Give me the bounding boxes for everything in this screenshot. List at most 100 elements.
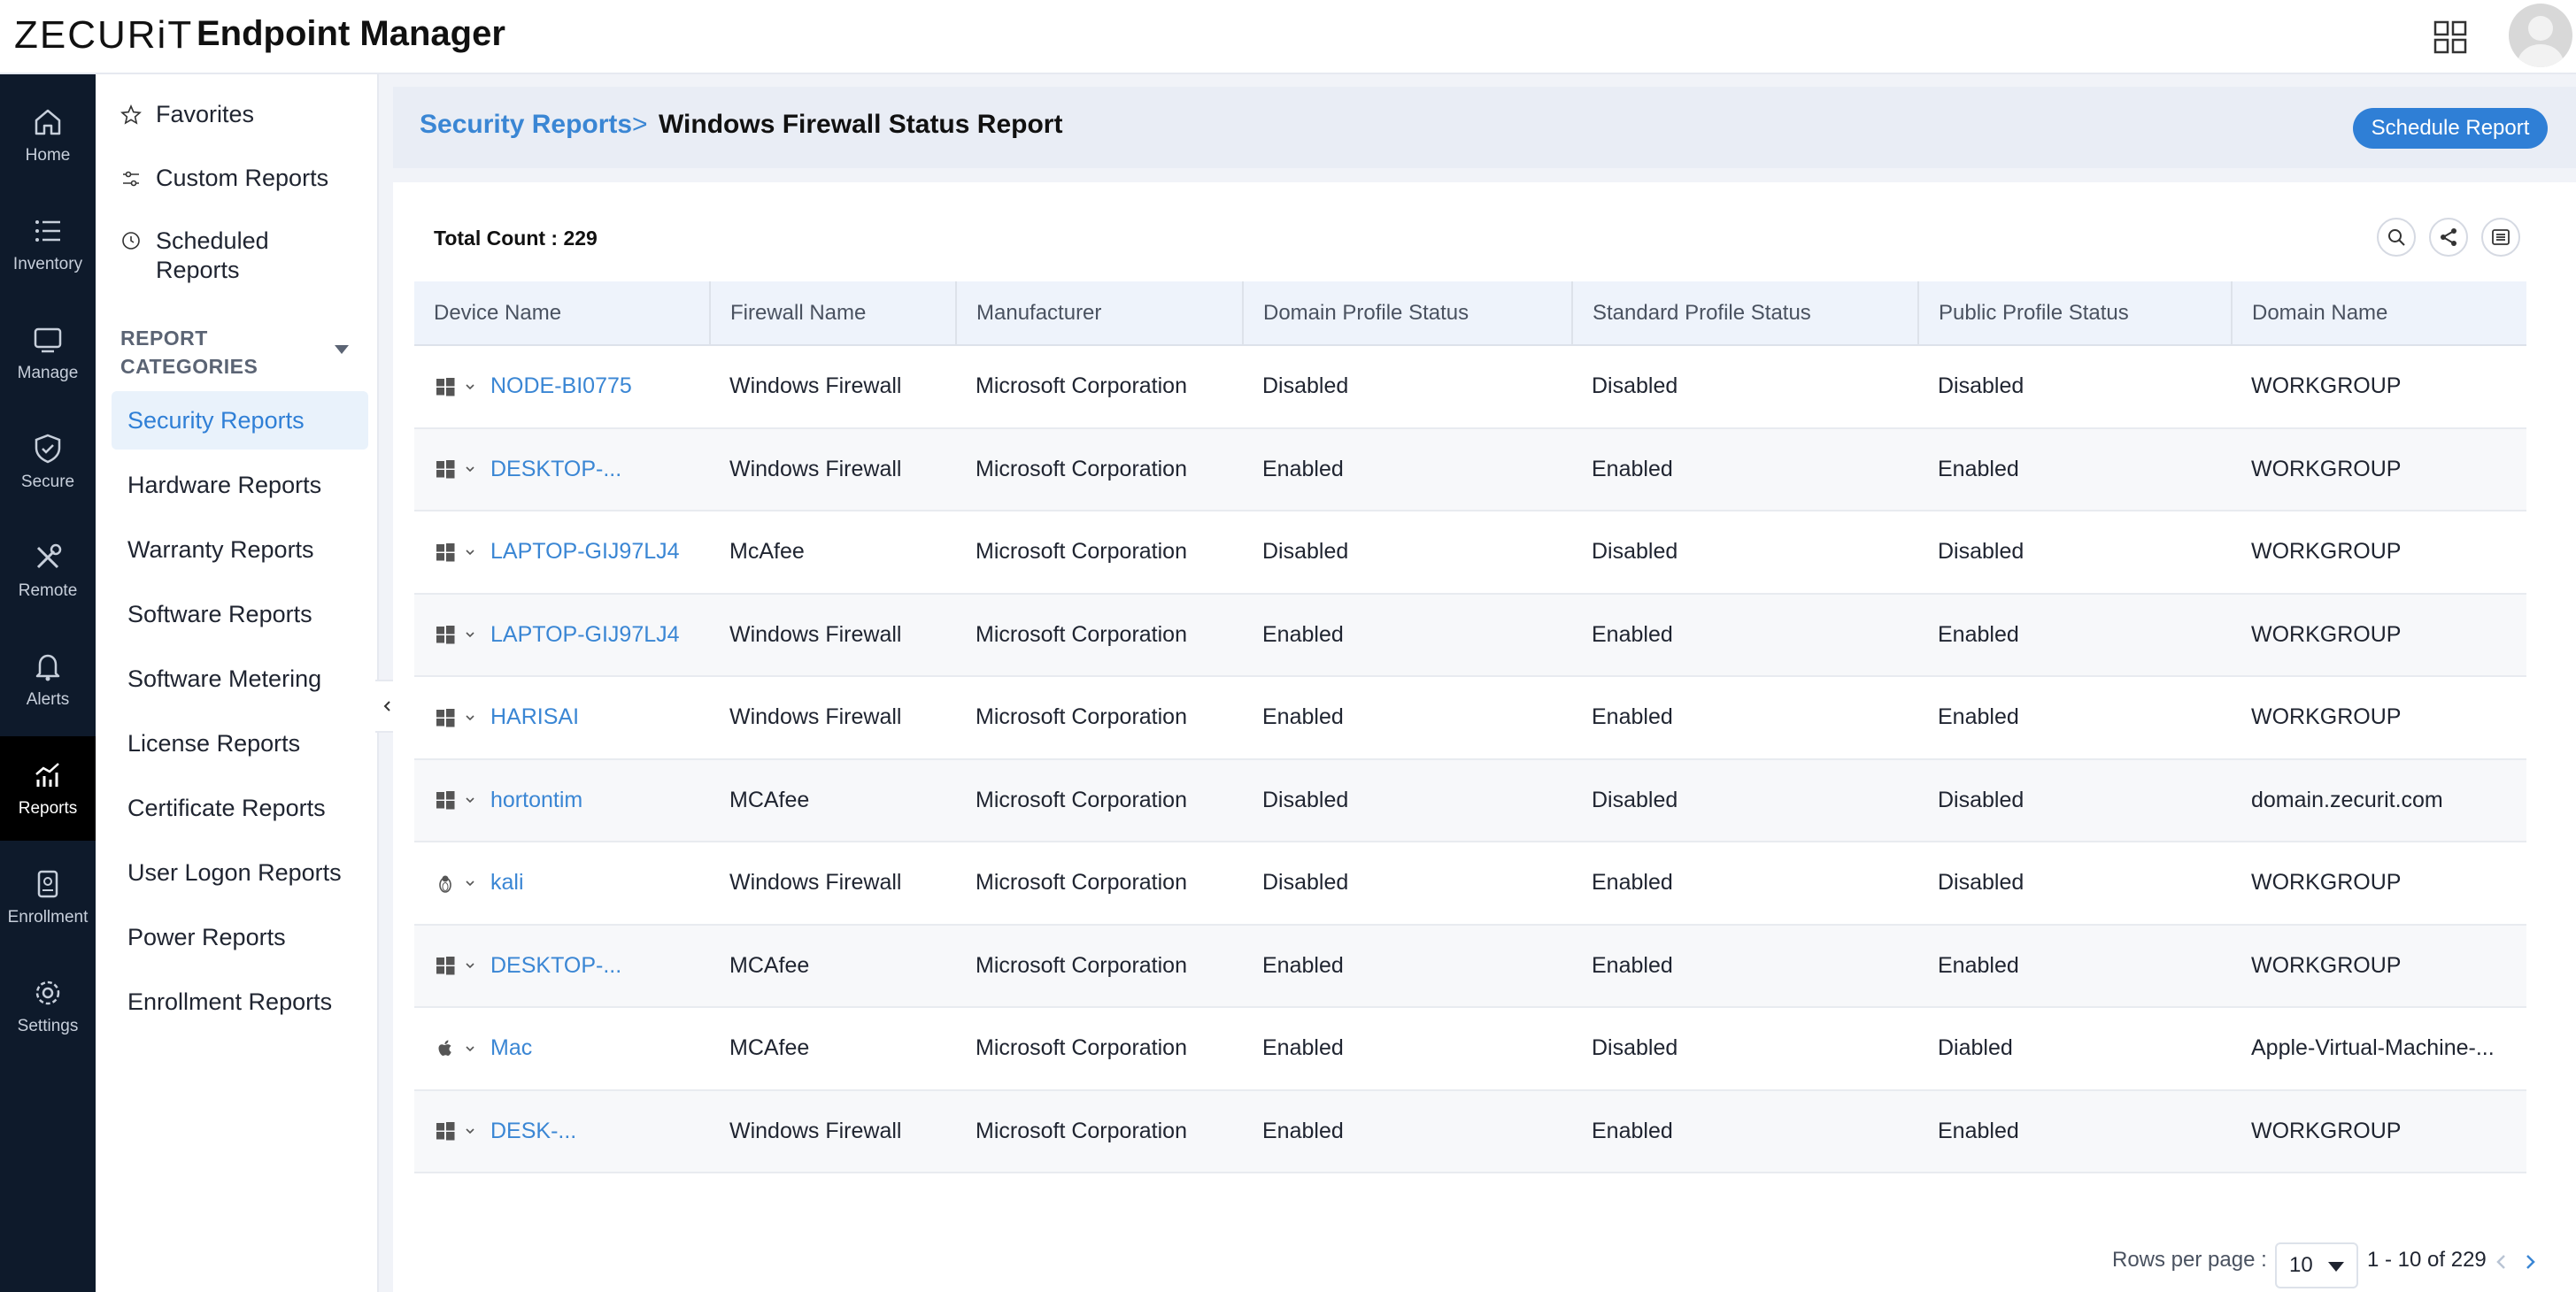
nav-alerts[interactable]: Alerts — [0, 627, 96, 732]
table-row[interactable]: hortontim MCAfee Microsoft Corporation Disa… — [414, 758, 2526, 842]
category-certificate-reports[interactable]: Certificate Reports — [112, 779, 368, 837]
sidebar-custom-reports[interactable]: Custom Reports — [120, 165, 328, 192]
category-enrollment-reports[interactable]: Enrollment Reports — [112, 973, 368, 1031]
column-header-standard-profile-status[interactable]: Standard Profile Status — [1572, 281, 1919, 346]
device-link[interactable]: kali — [490, 870, 524, 896]
table-row[interactable]: DESK-... Windows Firewall Microsoft Corpor… — [414, 1089, 2526, 1173]
table-row[interactable]: kali Windows Firewall Microsoft Corporatio… — [414, 842, 2526, 926]
chevron-down-icon[interactable] — [464, 463, 476, 475]
columns-button[interactable] — [2481, 218, 2520, 257]
device-link[interactable]: Mac — [490, 1035, 532, 1061]
sidebar-favorites[interactable]: Favorites — [120, 101, 254, 128]
cell-standard-profile-status: Enabled — [1572, 924, 1918, 1008]
cell-domain-name: WORKGROUP — [2232, 1089, 2526, 1173]
column-header-public-profile-status[interactable]: Public Profile Status — [1918, 281, 2233, 346]
nav-remote[interactable]: Remote — [0, 519, 96, 623]
chevron-down-icon[interactable] — [464, 381, 476, 393]
linux-icon — [434, 872, 457, 895]
breadcrumb-parent-link[interactable]: Security Reports — [420, 110, 632, 140]
nav-enrollment[interactable]: Enrollment — [0, 845, 96, 950]
schedule-report-button[interactable]: Schedule Report — [2353, 108, 2548, 149]
device-link[interactable]: LAPTOP-GIJ97LJ4 — [490, 539, 680, 565]
table-row[interactable]: HARISAI Windows Firewall Microsoft Corpora… — [414, 676, 2526, 760]
breadcrumb: Security Reports > Windows Firewall Stat… — [393, 87, 2576, 168]
chevron-down-icon[interactable] — [464, 794, 476, 806]
cell-standard-profile-status: Disabled — [1572, 758, 1918, 842]
total-count: Total Count : 229 — [434, 227, 598, 250]
column-header-domain-name[interactable]: Domain Name — [2232, 281, 2526, 346]
clock-icon — [122, 232, 140, 250]
scheduled-reports-label: Scheduled Reports — [156, 227, 269, 283]
cell-firewall-name: McAfee — [710, 511, 956, 595]
chevron-down-icon[interactable] — [464, 628, 476, 641]
column-header-domain-profile-status[interactable]: Domain Profile Status — [1243, 281, 1573, 346]
category-warranty-reports[interactable]: Warranty Reports — [112, 520, 368, 579]
nav-label: Manage — [17, 364, 79, 382]
category-user-logon-reports[interactable]: User Logon Reports — [112, 843, 368, 902]
chevron-down-icon[interactable] — [464, 711, 476, 724]
windows-icon — [434, 1119, 457, 1142]
nav-settings[interactable]: Settings — [0, 954, 96, 1058]
device-link[interactable]: DESKTOP-... — [490, 953, 621, 979]
cell-device-name: NODE-BI0775 — [414, 345, 710, 429]
cell-manufacturer: Microsoft Corporation — [956, 1089, 1243, 1173]
windows-icon — [434, 375, 457, 398]
cell-public-profile-status: Enabled — [1918, 427, 2232, 511]
category-power-reports[interactable]: Power Reports — [112, 908, 368, 966]
device-link[interactable]: DESK-... — [490, 1119, 576, 1144]
next-page-button[interactable] — [2521, 1251, 2539, 1273]
cell-firewall-name: Windows Firewall — [710, 593, 956, 677]
gear-icon — [35, 981, 60, 1005]
table-row[interactable]: LAPTOP-GIJ97LJ4 McAfee Microsoft Corporati… — [414, 511, 2526, 595]
chevron-down-icon[interactable] — [464, 1042, 476, 1055]
category-hardware-reports[interactable]: Hardware Reports — [112, 456, 368, 514]
windows-icon — [434, 954, 457, 977]
cell-device-name: Mac — [414, 1007, 710, 1091]
share-icon — [2441, 228, 2456, 246]
sidebar-scheduled-reports[interactable]: Scheduled Reports — [120, 227, 297, 285]
table-row[interactable]: DESKTOP-... MCAfee Microsoft Corporation En… — [414, 924, 2526, 1008]
column-header-firewall-name[interactable]: Firewall Name — [710, 281, 957, 346]
cell-device-name: DESKTOP-... — [414, 427, 710, 511]
share-button[interactable] — [2429, 218, 2468, 257]
grid-icon[interactable] — [2433, 19, 2468, 55]
device-link[interactable]: hortontim — [490, 788, 582, 813]
table-row[interactable]: DESKTOP-... Windows Firewall Microsoft Cor… — [414, 427, 2526, 511]
device-link[interactable]: NODE-BI0775 — [490, 373, 632, 399]
chevron-down-icon[interactable] — [335, 345, 349, 354]
user-avatar[interactable] — [2509, 4, 2572, 67]
nav-home[interactable]: Home — [0, 83, 96, 188]
search-button[interactable] — [2377, 218, 2416, 257]
table-row[interactable]: NODE-BI0775 Windows Firewall Microsoft Cor… — [414, 345, 2526, 429]
category-software-reports[interactable]: Software Reports — [112, 585, 368, 643]
chevron-down-icon[interactable] — [464, 877, 476, 889]
previous-page-button[interactable] — [2493, 1251, 2510, 1273]
cell-public-profile-status: Disabled — [1918, 758, 2232, 842]
column-header-device-name[interactable]: Device Name — [414, 281, 711, 346]
device-link[interactable]: HARISAI — [490, 704, 579, 730]
chevron-left-icon — [2496, 1255, 2505, 1269]
category-license-reports[interactable]: License Reports — [112, 714, 368, 773]
category-software-metering[interactable]: Software Metering — [112, 650, 368, 708]
column-header-manufacturer[interactable]: Manufacturer — [956, 281, 1244, 346]
rows-per-page-select[interactable]: 10 — [2275, 1242, 2358, 1288]
nav-manage[interactable]: Manage — [0, 301, 96, 405]
device-link[interactable]: DESKTOP-... — [490, 457, 621, 482]
chevron-down-icon[interactable] — [464, 959, 476, 972]
nav-reports[interactable]: Reports — [0, 736, 96, 841]
report-categories-heading: REPORT CATEGORIES — [120, 327, 258, 378]
chevron-down-icon[interactable] — [464, 1125, 476, 1137]
cell-manufacturer: Microsoft Corporation — [956, 1007, 1243, 1091]
table-row[interactable]: LAPTOP-GIJ97LJ4 Windows Firewall Microsoft… — [414, 593, 2526, 677]
nav-inventory[interactable]: Inventory — [0, 192, 96, 296]
nav-secure[interactable]: Secure — [0, 410, 96, 514]
zecurit-logo[interactable]: ZECURiT — [14, 11, 193, 60]
home-icon — [35, 109, 61, 135]
nav-label: Inventory — [12, 255, 83, 273]
device-link[interactable]: LAPTOP-GIJ97LJ4 — [490, 622, 680, 648]
category-security-reports[interactable]: Security Reports — [112, 391, 368, 450]
table-row[interactable]: Mac MCAfee Microsoft Corporation Enabled Dis… — [414, 1007, 2526, 1091]
nav-label: Remote — [18, 581, 78, 600]
chevron-down-icon[interactable] — [464, 546, 476, 558]
chart-icon — [35, 763, 59, 787]
